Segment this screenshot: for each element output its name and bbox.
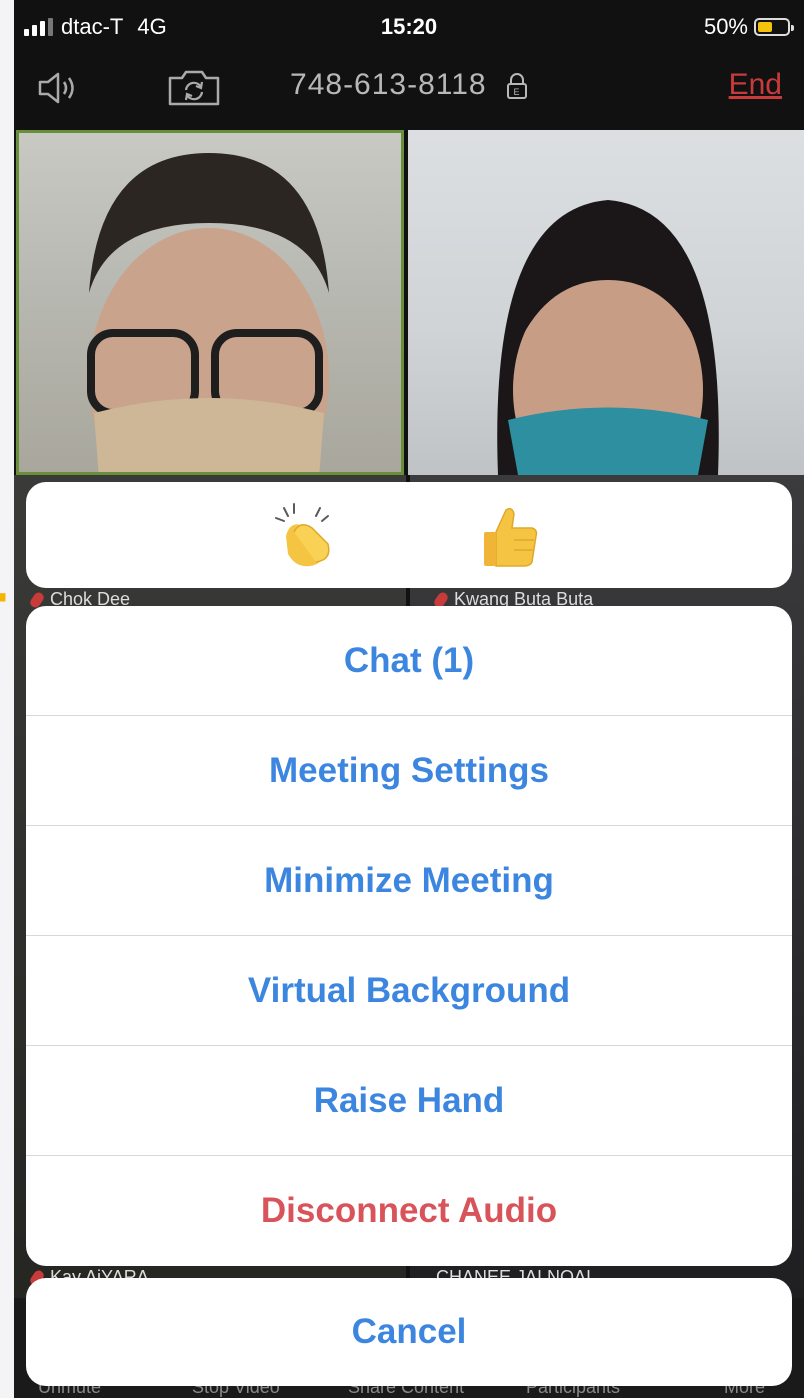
reactions-panel <box>26 482 792 588</box>
disconnect-audio-button[interactable]: Disconnect Audio <box>26 1156 792 1266</box>
lock-icon: E <box>506 73 527 100</box>
status-bar: dtac-T 4G 15:20 50% <box>14 0 804 56</box>
cancel-button[interactable]: Cancel <box>26 1278 792 1386</box>
battery-percent: 50% <box>703 14 748 39</box>
clapping-hands-icon[interactable] <box>272 502 342 572</box>
end-meeting-button[interactable]: End <box>729 68 782 102</box>
meeting-settings-button[interactable]: Meeting Settings <box>26 716 792 826</box>
minimize-meeting-button[interactable]: Minimize Meeting <box>26 826 792 936</box>
virtual-background-button[interactable]: Virtual Background <box>26 936 792 1046</box>
video-tile-participant[interactable] <box>408 130 804 475</box>
battery-icon <box>754 18 794 36</box>
edge-marker: ▖ <box>0 585 11 601</box>
svg-text:E: E <box>513 87 520 97</box>
action-sheet: Chat (1) Meeting Settings Minimize Meeti… <box>26 606 792 1266</box>
meeting-id-group: 748-613-8118 E <box>14 68 804 102</box>
thumbs-up-icon[interactable] <box>476 502 546 572</box>
video-tile-self[interactable] <box>16 130 404 475</box>
meeting-id: 748-613-8118 <box>290 68 487 101</box>
phone-screen: dtac-T 4G 15:20 50% 748-613-8118 E End C… <box>14 0 804 1398</box>
status-time: 15:20 <box>380 14 438 39</box>
raise-hand-button[interactable]: Raise Hand <box>26 1046 792 1156</box>
status-right: 50% <box>703 14 794 40</box>
chat-button[interactable]: Chat (1) <box>26 606 792 716</box>
meeting-header: 748-613-8118 E End <box>14 56 804 128</box>
participant-video <box>87 153 329 472</box>
participant-video <box>497 200 719 475</box>
battery-fill <box>758 22 772 32</box>
